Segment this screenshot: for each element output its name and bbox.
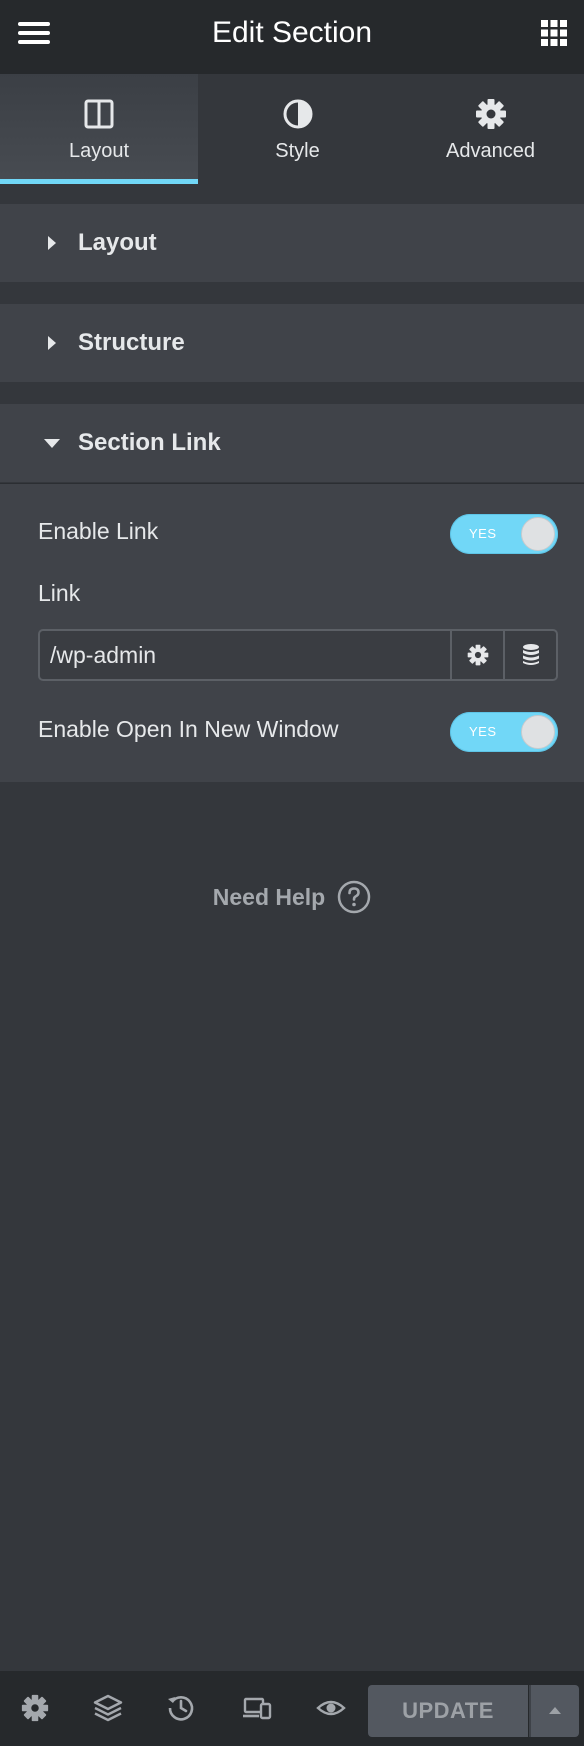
section-link-title: Section Link (78, 429, 221, 456)
link-label: Link (38, 580, 81, 606)
responsive-mode-button[interactable] (242, 1693, 272, 1723)
columns-icon (84, 99, 114, 129)
section-structure-header[interactable]: Structure (0, 304, 584, 382)
gear-icon (467, 644, 488, 666)
question-circle-icon (337, 880, 371, 914)
caret-up-icon (549, 1707, 561, 1714)
navigator-button[interactable] (93, 1693, 123, 1723)
need-help: Need Help (0, 880, 584, 920)
enable-new-window-toggle[interactable]: YES (450, 712, 558, 752)
section-layout-header[interactable]: Layout (0, 204, 584, 282)
caret-down-icon (44, 439, 60, 448)
section-structure-title: Structure (78, 329, 185, 356)
link-input[interactable] (40, 631, 450, 679)
history-button[interactable] (166, 1693, 196, 1723)
section-link-header[interactable]: Section Link (0, 404, 584, 482)
link-options-button[interactable] (450, 631, 503, 679)
layers-icon (93, 1694, 123, 1722)
tab-advanced[interactable]: Advanced (397, 74, 584, 184)
need-help-label: Need Help (212, 883, 326, 910)
tab-style[interactable]: Style (198, 74, 397, 184)
caret-right-icon (48, 336, 56, 350)
database-icon (522, 644, 539, 665)
need-help-link[interactable]: Need Help (213, 880, 371, 914)
panel-footer: UPDATE (0, 1671, 584, 1746)
caret-right-icon (48, 236, 56, 250)
panel-header: Edit Section (0, 0, 584, 74)
grid-icon (541, 20, 567, 46)
toggle-knob (521, 517, 555, 551)
section-layout-title: Layout (78, 229, 157, 256)
history-icon (168, 1696, 194, 1721)
gear-icon (475, 99, 506, 129)
update-button[interactable]: UPDATE (368, 1685, 528, 1737)
enable-link-toggle-text: YES (469, 526, 497, 541)
tab-advanced-label: Advanced (446, 140, 535, 162)
settings-button[interactable] (20, 1693, 50, 1723)
preview-button[interactable] (316, 1693, 346, 1723)
responsive-icon (243, 1697, 272, 1720)
preview-eye-icon (316, 1700, 346, 1716)
widgets-grid-button[interactable] (540, 19, 570, 49)
toggle-knob (521, 715, 555, 749)
enable-link-label: Enable Link (38, 518, 159, 544)
tab-layout[interactable]: Layout (0, 74, 198, 184)
settings-icon (21, 1694, 49, 1722)
editor-tabs: Layout Style Advanced (0, 74, 584, 184)
dynamic-tags-button[interactable] (503, 631, 556, 679)
enable-new-window-toggle-text: YES (469, 724, 497, 739)
enable-new-window-label: Enable Open In New Window (38, 716, 339, 742)
panel-title: Edit Section (211, 16, 373, 49)
link-control (38, 629, 558, 681)
save-options-button[interactable] (529, 1685, 579, 1737)
tab-layout-label: Layout (68, 140, 130, 162)
half-circle-icon (283, 99, 312, 129)
enable-link-toggle[interactable]: YES (450, 514, 558, 554)
tab-style-label: Style (275, 140, 320, 162)
